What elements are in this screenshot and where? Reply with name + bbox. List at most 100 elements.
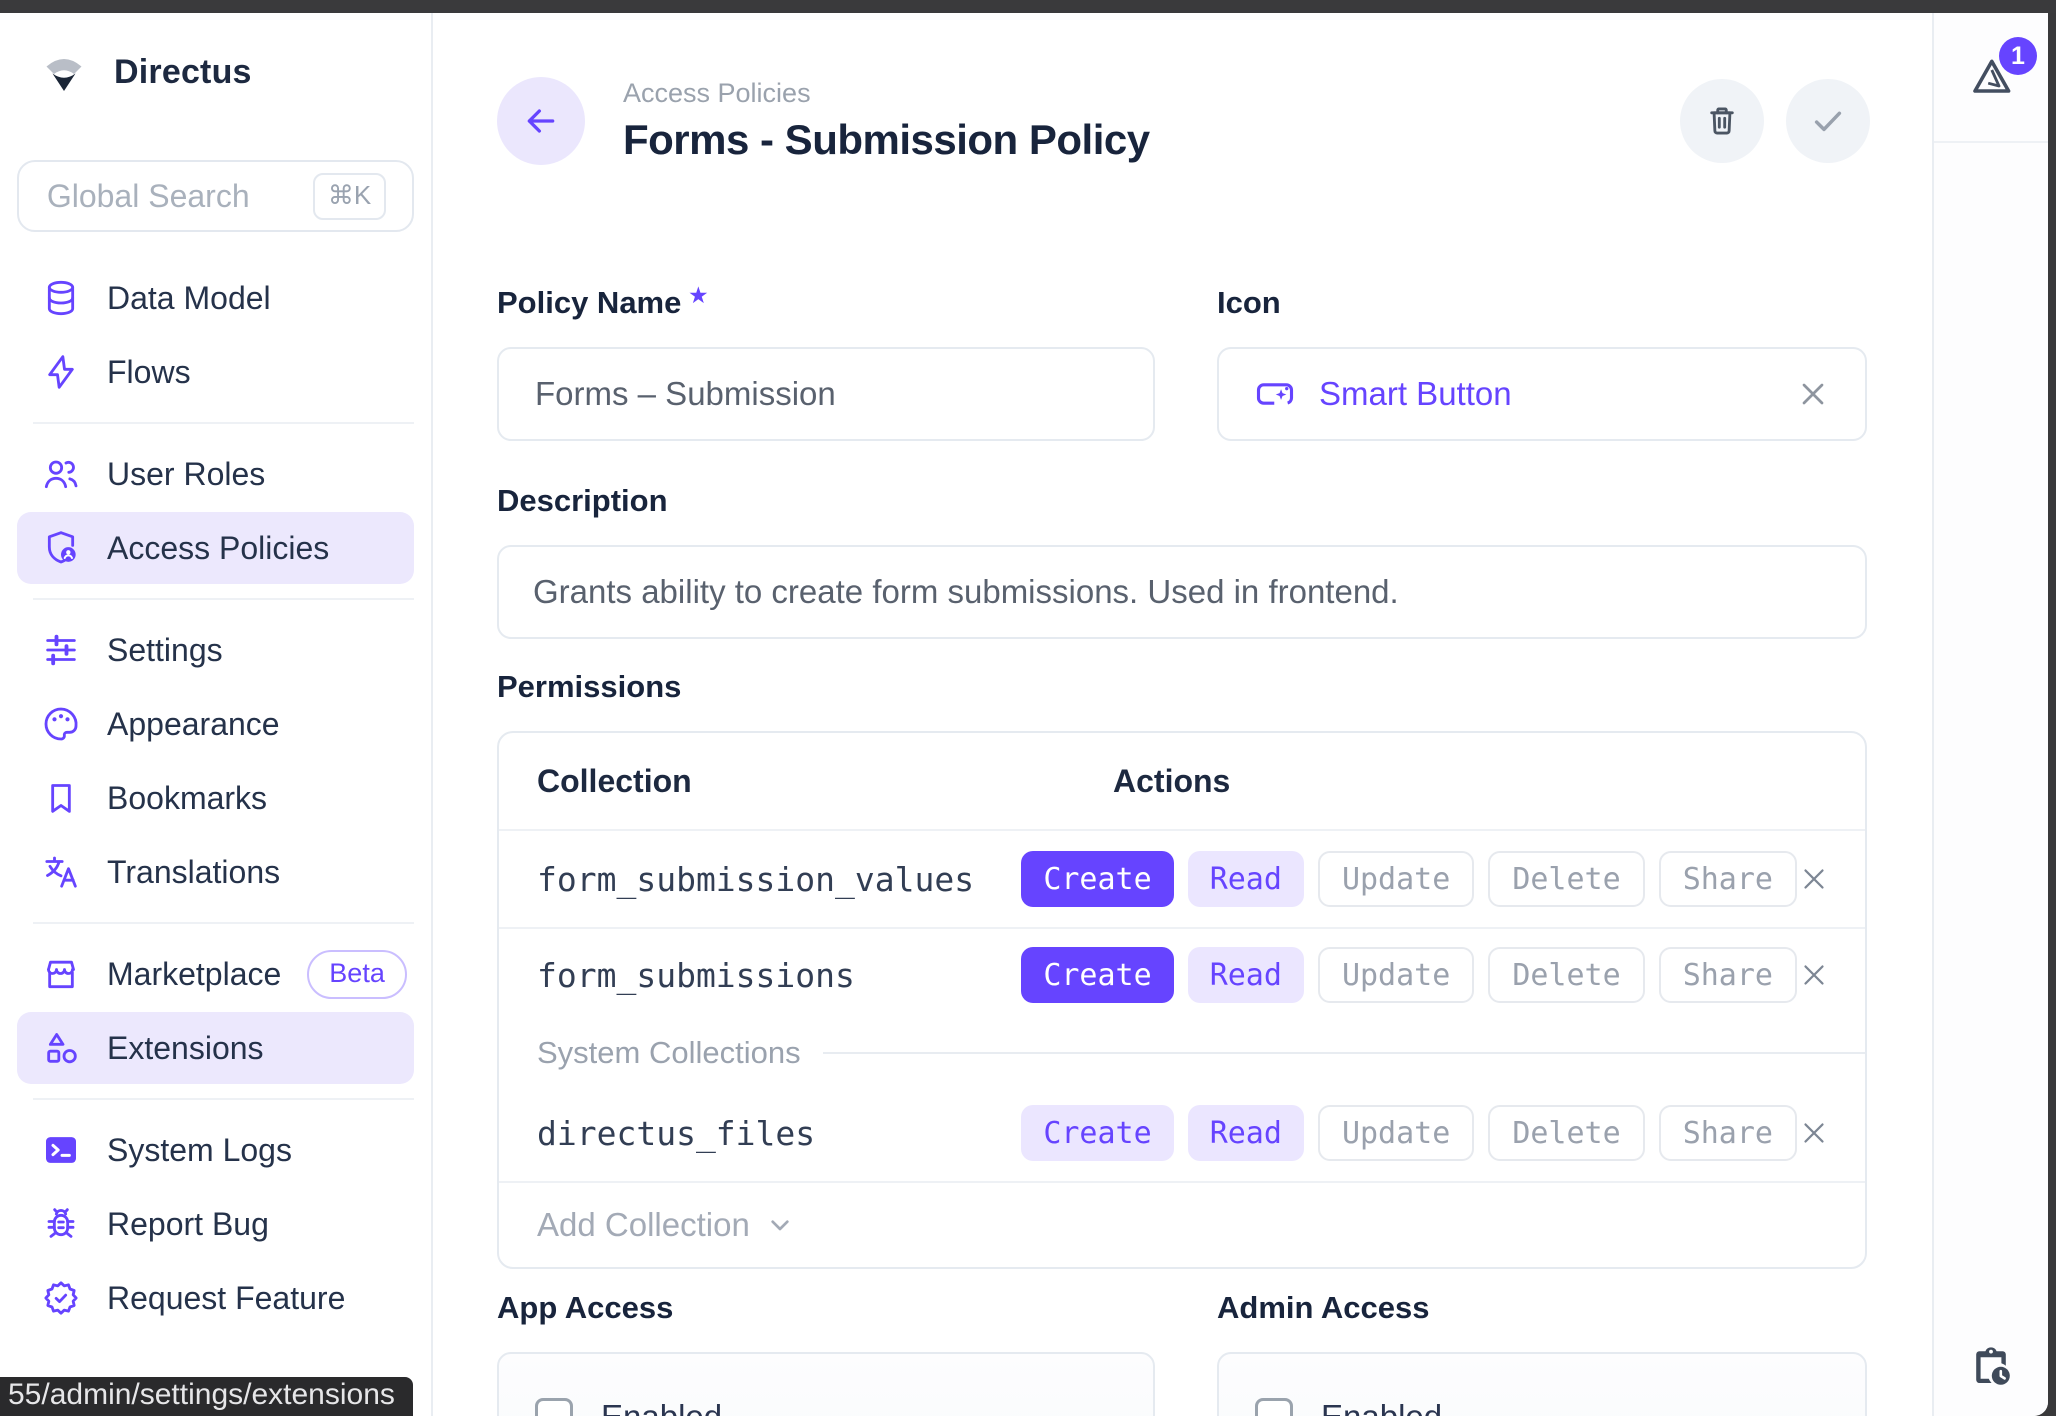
global-search[interactable]: ⌘K	[17, 160, 414, 232]
add-collection-button[interactable]: Add Collection	[499, 1183, 1865, 1267]
shield-user-icon	[41, 528, 81, 568]
bookmark-icon	[41, 778, 81, 818]
sidebar-item-label: User Roles	[107, 456, 265, 493]
app-access-field: App Access Enabled	[497, 1290, 1155, 1416]
description-input[interactable]: Grants ability to create form submission…	[497, 545, 1867, 639]
delete-button[interactable]	[1680, 79, 1764, 163]
action-chip-update[interactable]: Update	[1318, 1105, 1474, 1161]
action-chip-delete[interactable]: Delete	[1488, 851, 1644, 907]
sidebar-item-label: Extensions	[107, 1030, 264, 1067]
seal-check-icon	[41, 1278, 81, 1318]
permission-row: form_submissions Create Read Update Dele…	[499, 929, 1865, 1021]
save-button[interactable]	[1786, 79, 1870, 163]
description-field: Description Grants ability to create for…	[497, 483, 1867, 639]
action-chip-delete[interactable]: Delete	[1488, 1105, 1644, 1161]
column-header-collection: Collection	[537, 763, 1113, 800]
translate-icon	[41, 852, 81, 892]
permissions-table: Collection Actions form_submission_value…	[497, 731, 1867, 1269]
sidebar-item-access-policies[interactable]: Access Policies	[17, 512, 414, 584]
sidebar-item-label: System Logs	[107, 1132, 292, 1169]
clear-icon-button[interactable]	[1795, 376, 1831, 412]
action-chip-read[interactable]: Read	[1188, 851, 1304, 907]
beta-badge: Beta	[307, 950, 407, 999]
sidebar-item-data-model[interactable]: Data Model	[17, 262, 414, 334]
sidebar-item-system-logs[interactable]: System Logs	[17, 1114, 414, 1186]
action-chip-create[interactable]: Create	[1021, 851, 1173, 907]
sidebar-item-user-roles[interactable]: User Roles	[17, 438, 414, 510]
policy-name-input-wrap	[497, 347, 1155, 441]
revisions-button[interactable]	[1934, 1342, 2048, 1390]
app-access-checkbox[interactable]	[535, 1398, 573, 1416]
notification-count-badge: 1	[1999, 37, 2037, 75]
admin-access-box: Enabled	[1217, 1352, 1867, 1416]
breadcrumb[interactable]: Access Policies	[623, 78, 1150, 109]
trash-icon	[1703, 102, 1741, 140]
collection-name: directus_files	[537, 1114, 1021, 1153]
sidebar-item-flows[interactable]: Flows	[17, 336, 414, 408]
sidebar-item-marketplace[interactable]: Marketplace Beta	[17, 938, 414, 1010]
search-input[interactable]	[45, 177, 295, 216]
action-chip-read[interactable]: Read	[1188, 1105, 1304, 1161]
permissions-label: Permissions	[497, 669, 1867, 705]
action-chip-share[interactable]: Share	[1659, 851, 1797, 907]
remove-permission-icon[interactable]	[1797, 1116, 1831, 1150]
sidebar-item-label: Request Feature	[107, 1280, 345, 1317]
sidebar: Directus ⌘K Data Model Flows User Roles	[0, 13, 433, 1416]
divider-line	[823, 1052, 1865, 1054]
sidebar-item-settings[interactable]: Settings	[17, 614, 414, 686]
sidebar-item-appearance[interactable]: Appearance	[17, 688, 414, 760]
action-chip-read[interactable]: Read	[1188, 947, 1304, 1003]
admin-access-checkbox[interactable]	[1255, 1398, 1293, 1416]
action-chip-create[interactable]: Create	[1021, 947, 1173, 1003]
sidebar-item-request-feature[interactable]: Request Feature	[17, 1262, 414, 1334]
chevron-down-icon	[764, 1209, 796, 1241]
icon-value-label: Smart Button	[1319, 375, 1512, 413]
column-header-actions: Actions	[1113, 763, 1230, 800]
action-chip-update[interactable]: Update	[1318, 851, 1474, 907]
sidebar-divider	[33, 1098, 414, 1100]
directus-logo-icon	[40, 51, 88, 93]
icon-field: Icon Smart Button	[1217, 285, 1867, 441]
notifications-button[interactable]: 1	[1965, 53, 2017, 101]
permission-row: directus_files Create Read Update Delete…	[499, 1085, 1865, 1181]
action-chip-share[interactable]: Share	[1659, 1105, 1797, 1161]
admin-access-field: Admin Access Enabled	[1217, 1290, 1867, 1416]
search-shortcut-badge: ⌘K	[313, 173, 386, 220]
action-chip-create[interactable]: Create	[1021, 1105, 1173, 1161]
icon-input[interactable]: Smart Button	[1217, 347, 1867, 441]
sidebar-item-report-bug[interactable]: Report Bug	[17, 1188, 414, 1260]
action-chips: Create Read Update Delete Share	[1021, 1105, 1797, 1161]
check-icon	[1807, 100, 1849, 142]
icon-label: Icon	[1217, 285, 1867, 321]
add-collection-label: Add Collection	[537, 1206, 750, 1244]
sliders-icon	[41, 630, 81, 670]
policy-name-input[interactable]	[533, 374, 1119, 414]
main-content: Access Policies Forms - Submission Polic…	[433, 13, 1932, 1416]
sidebar-item-extensions[interactable]: Extensions	[17, 1012, 414, 1084]
sidebar-item-bookmarks[interactable]: Bookmarks	[17, 762, 414, 834]
sidebar-item-label: Data Model	[107, 280, 271, 317]
app-frame: Directus ⌘K Data Model Flows User Roles	[0, 13, 2048, 1416]
admin-access-checkbox-label: Enabled	[1321, 1398, 1442, 1416]
sidebar-divider	[33, 922, 414, 924]
directus-admin-screen: { "colors": { "accent": "#6644ff", "acce…	[0, 0, 2056, 1416]
collection-name: form_submission_values	[537, 860, 1021, 899]
app-access-checkbox-label: Enabled	[601, 1398, 722, 1416]
status-url-tooltip: 55/admin/settings/extensions	[0, 1377, 413, 1416]
policy-name-field: Policy Name ★	[497, 285, 1155, 441]
sidebar-divider	[33, 422, 414, 424]
back-button[interactable]	[497, 77, 585, 165]
sidebar-item-label: Access Policies	[107, 530, 329, 567]
action-chip-update[interactable]: Update	[1318, 947, 1474, 1003]
brand[interactable]: Directus	[0, 39, 431, 105]
sidebar-item-label: Settings	[107, 632, 223, 669]
action-chip-share[interactable]: Share	[1659, 947, 1797, 1003]
remove-permission-icon[interactable]	[1797, 958, 1831, 992]
sidebar-item-label: Report Bug	[107, 1206, 269, 1243]
remove-permission-icon[interactable]	[1797, 862, 1831, 896]
sidebar-item-translations[interactable]: Translations	[17, 836, 414, 908]
action-chip-delete[interactable]: Delete	[1488, 947, 1644, 1003]
sidebar-item-label: Bookmarks	[107, 780, 267, 817]
access-row: App Access Enabled Admin Access Enabled	[497, 1290, 1867, 1416]
admin-access-label: Admin Access	[1217, 1290, 1867, 1326]
